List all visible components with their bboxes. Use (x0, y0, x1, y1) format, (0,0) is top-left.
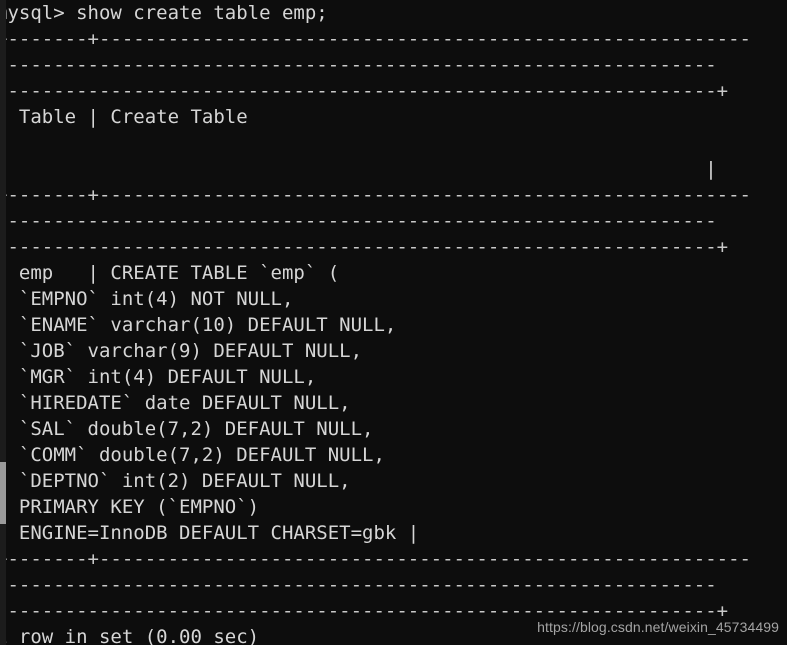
terminal-line: | (0, 158, 717, 180)
terminal-line: +-------+-------------------------------… (0, 184, 751, 206)
terminal-line: `ENAME` varchar(10) DEFAULT NULL, (0, 314, 397, 336)
terminal-line: +-------+-------------------------------… (0, 28, 751, 50)
terminal-output[interactable]: mysql> show create table emp; +-------+--… (0, 0, 787, 645)
terminal-line: +-------+-------------------------------… (0, 548, 751, 570)
terminal-line: `COMM` double(7,2) DEFAULT NULL, (0, 444, 385, 466)
terminal-line: mysql> show create table emp; (0, 2, 328, 24)
terminal-line: `MGR` int(4) DEFAULT NULL, (0, 366, 317, 388)
terminal-line: 1 row in set (0.00 sec) (0, 626, 260, 645)
terminal-line: PRIMARY KEY (`EMPNO`) (0, 496, 260, 518)
terminal-line: ----------------------------------------… (0, 600, 729, 622)
terminal-line: `SAL` double(7,2) DEFAULT NULL, (0, 418, 374, 440)
vertical-scrollbar-thumb[interactable] (0, 462, 6, 524)
terminal-window[interactable]: mysql> show create table emp; +-------+--… (0, 0, 787, 645)
terminal-line: ----------------------------------------… (0, 210, 717, 232)
terminal-line: `EMPNO` int(4) NOT NULL, (0, 288, 294, 310)
terminal-line: ----------------------------------------… (0, 236, 729, 258)
terminal-line: `DEPTNO` int(2) DEFAULT NULL, (0, 470, 351, 492)
terminal-line: ----------------------------------------… (0, 574, 717, 596)
vertical-scrollbar-track[interactable] (0, 0, 6, 645)
terminal-line: | emp | CREATE TABLE `emp` ( (0, 262, 340, 284)
terminal-line: `HIREDATE` date DEFAULT NULL, (0, 392, 351, 414)
terminal-line: ----------------------------------------… (0, 80, 729, 102)
terminal-line: `JOB` varchar(9) DEFAULT NULL, (0, 340, 363, 362)
terminal-line: ----------------------------------------… (0, 54, 717, 76)
terminal-line: ) ENGINE=InnoDB DEFAULT CHARSET=gbk | (0, 522, 420, 544)
terminal-line: | Table | Create Table (0, 106, 248, 128)
